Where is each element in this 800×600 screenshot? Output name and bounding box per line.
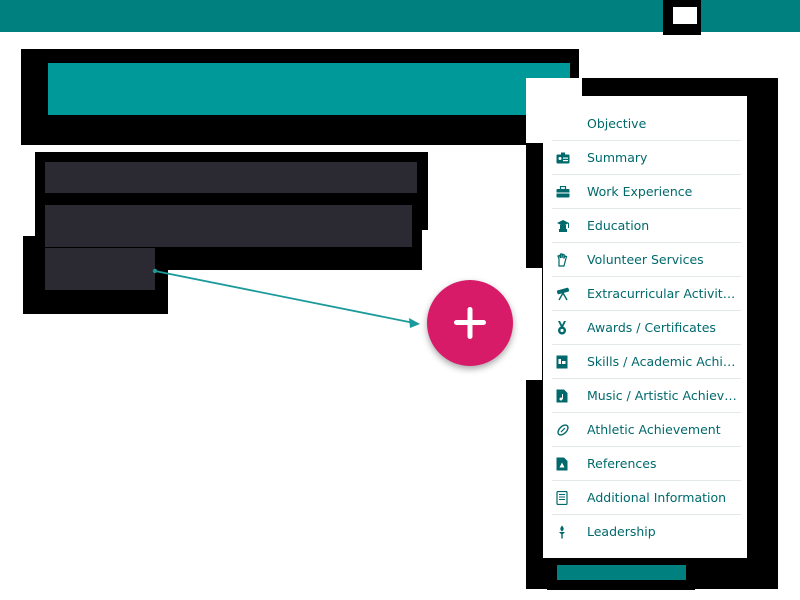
menu-item-summary[interactable]: Summary bbox=[552, 141, 741, 175]
references-file-icon bbox=[552, 456, 576, 472]
menu-item-label: References bbox=[587, 456, 657, 471]
menu-shadow-gap bbox=[526, 268, 542, 380]
add-section-button[interactable] bbox=[427, 280, 513, 366]
redacted-text-line bbox=[45, 205, 412, 247]
menu-item-volunteer-services[interactable]: Volunteer Services bbox=[552, 243, 741, 277]
menu-item-label: Music / Artistic Achievements bbox=[587, 388, 737, 403]
menu-item-label: Work Experience bbox=[587, 184, 693, 199]
menu-item-awards-certificates[interactable]: Awards / Certificates bbox=[552, 311, 741, 345]
menu-item-label: Additional Information bbox=[587, 490, 727, 505]
redacted-text-line bbox=[45, 248, 155, 290]
menu-item-label: Education bbox=[587, 218, 650, 233]
graduation-icon bbox=[552, 218, 576, 234]
skills-book-icon bbox=[552, 354, 576, 370]
menu-item-references[interactable]: References bbox=[552, 447, 741, 481]
target-icon bbox=[552, 116, 576, 132]
menu-footer-bar bbox=[557, 565, 686, 580]
menu-item-label: Leadership bbox=[587, 524, 656, 539]
football-icon bbox=[552, 422, 576, 438]
menu-item-objective[interactable]: Objective bbox=[552, 107, 741, 141]
section-menu: Objective Summary Work Experience Educat… bbox=[543, 96, 747, 558]
document-icon bbox=[552, 490, 576, 506]
redacted-text-line bbox=[45, 162, 417, 193]
menu-item-leadership[interactable]: Leadership bbox=[552, 515, 741, 548]
header-window-button[interactable] bbox=[672, 6, 698, 25]
menu-item-label: Athletic Achievement bbox=[587, 422, 721, 437]
torch-icon bbox=[552, 524, 576, 540]
menu-item-music-artistic[interactable]: Music / Artistic Achievements bbox=[552, 379, 741, 413]
menu-item-extracurricular-activities[interactable]: Extracurricular Activities bbox=[552, 277, 741, 311]
menu-item-label: Skills / Academic Achievements bbox=[587, 354, 737, 369]
menu-item-additional-information[interactable]: Additional Information bbox=[552, 481, 741, 515]
menu-item-athletic-achievement[interactable]: Athletic Achievement bbox=[552, 413, 741, 447]
id-card-icon bbox=[552, 150, 576, 166]
menu-item-label: Summary bbox=[587, 150, 648, 165]
menu-item-label: Volunteer Services bbox=[587, 252, 704, 267]
telescope-icon bbox=[552, 286, 576, 302]
menu-item-education[interactable]: Education bbox=[552, 209, 741, 243]
menu-item-label: Awards / Certificates bbox=[587, 320, 716, 335]
menu-item-skills-academic[interactable]: Skills / Academic Achievements bbox=[552, 345, 741, 379]
menu-item-label: Objective bbox=[587, 116, 647, 131]
plus-icon bbox=[454, 307, 486, 339]
briefcase-icon bbox=[552, 184, 576, 200]
hand-icon bbox=[552, 252, 576, 268]
medal-icon bbox=[552, 320, 576, 336]
music-file-icon bbox=[552, 388, 576, 404]
section-title-bar bbox=[48, 63, 570, 115]
menu-item-work-experience[interactable]: Work Experience bbox=[552, 175, 741, 209]
menu-item-label: Extracurricular Activities bbox=[587, 286, 737, 301]
